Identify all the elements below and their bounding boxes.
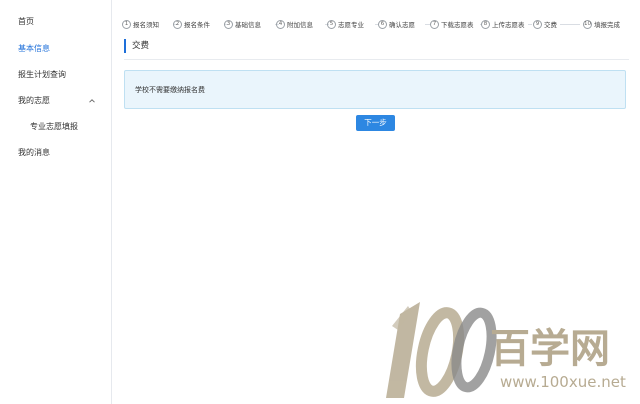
step-label: 基础信息 [235,21,261,29]
step-8[interactable]: 8 上传志愿表 [481,17,525,31]
step-number: 4 [276,19,285,29]
step-7[interactable]: 7 下载志愿表 [430,17,474,31]
watermark-logo: 百学网 www.100xue.net [386,302,626,398]
sidebar-item-my-choices[interactable]: 我的志愿 [18,95,50,106]
step-number: 6 [378,19,387,29]
fee-notice-text: 学校不需要缴纳报名费 [135,86,205,94]
section-title: 交费 [124,39,149,53]
sidebar: 首页 基本信息 报生计划查询 我的志愿 专业志愿填报 我的消息 [0,0,112,404]
divider [124,59,629,60]
fee-notice: 学校不需要缴纳报名费 [124,70,626,109]
step-number: 3 [224,19,233,29]
step-number: 10 [583,19,592,29]
step-number: 9 [533,19,542,29]
step-number: 1 [122,19,131,29]
step-label: 上传志愿表 [492,21,525,29]
sidebar-item-major-choice-fill[interactable]: 专业志愿填报 [30,121,78,132]
step-9[interactable]: 9 交费 [533,17,557,31]
step-4[interactable]: 4 附加信息 [276,17,313,31]
step-connector [528,24,532,25]
step-label: 附加信息 [287,21,313,29]
sidebar-item-my-messages[interactable]: 我的消息 [18,147,50,158]
step-number: 2 [173,19,182,29]
step-label: 报名条件 [184,21,210,29]
step-label: 志愿专业 [338,21,364,29]
step-label: 交费 [544,21,557,29]
step-label: 下载志愿表 [441,21,474,29]
step-2[interactable]: 2 报名条件 [173,17,210,31]
next-step-button[interactable]: 下一步 [356,115,395,131]
step-6[interactable]: 6 确认志愿 [378,17,415,31]
watermark-url: www.100xue.net [500,373,626,391]
step-number: 7 [430,19,439,29]
step-label: 填报完成 [594,21,620,29]
step-connector [560,24,580,25]
progress-steps: 1 报名须知 2 报名条件 3 基础信息 4 附加信息 5 志愿专业 6 确认志… [122,17,634,31]
watermark-brand: 百学网 [490,326,610,372]
step-5[interactable]: 5 志愿专业 [327,17,364,31]
step-number: 5 [327,19,336,29]
step-10[interactable]: 10 填报完成 [583,17,620,31]
step-label: 报名须知 [133,21,159,29]
sidebar-item-basic-info[interactable]: 基本信息 [18,43,50,54]
step-1[interactable]: 1 报名须知 [122,17,159,31]
step-label: 确认志愿 [389,21,415,29]
sidebar-item-home[interactable]: 首页 [18,16,34,27]
step-number: 8 [481,19,490,29]
chevron-up-icon[interactable] [88,97,96,105]
sidebar-item-enrollment-plan[interactable]: 报生计划查询 [18,69,66,80]
step-3[interactable]: 3 基础信息 [224,17,261,31]
